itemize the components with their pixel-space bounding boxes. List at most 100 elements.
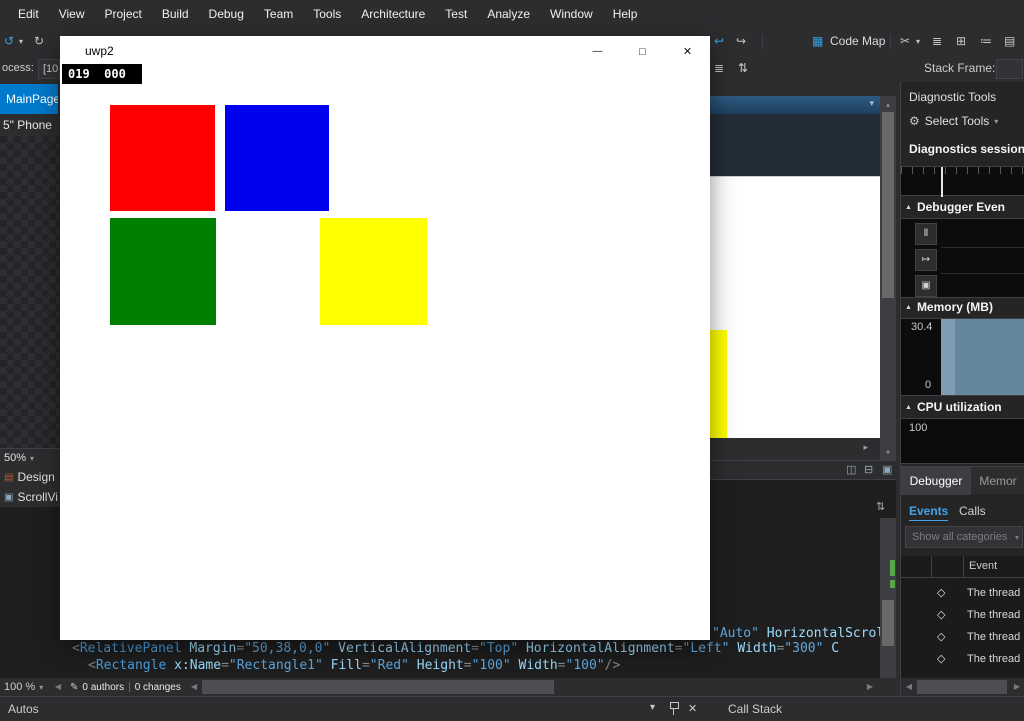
device-selector[interactable]: 5" Phone (3, 118, 52, 132)
split-horizontal-icon[interactable]: ⊟ (864, 463, 873, 476)
menu-architecture[interactable]: Architecture (351, 7, 435, 21)
subtab-calls[interactable]: Calls (959, 504, 986, 518)
minimize-button[interactable]: — (575, 36, 620, 68)
window-position-dropdown-icon[interactable]: ▾ (650, 702, 655, 713)
timeline-cursor[interactable] (941, 167, 943, 197)
debugger-events-section-header[interactable]: ▲ Debugger Even (905, 200, 1005, 214)
menu-view[interactable]: View (49, 7, 95, 21)
menu-analyze[interactable]: Analyze (477, 7, 540, 21)
updown-icon[interactable]: ⇅ (738, 55, 748, 82)
document-outline-breadcrumb[interactable]: ▣ ScrollVi (0, 487, 60, 507)
menu-debug[interactable]: Debug (199, 7, 254, 21)
memory-label: Memory (MB) (916, 300, 993, 314)
scrollbar-thumb[interactable] (882, 600, 894, 646)
code-map-button[interactable]: Code Map (830, 28, 885, 55)
zoom-dropdown-icon[interactable]: ▾ (30, 454, 34, 463)
navigate-back-icon[interactable]: ↩ (714, 28, 724, 55)
event-diamond-icon: ◇ (937, 653, 946, 665)
subtab-events[interactable]: Events (909, 504, 949, 521)
app-title-bar[interactable]: uwp2 — □ ✕ (60, 36, 710, 68)
designer-yellow-rectangle[interactable] (710, 330, 727, 438)
editor-splitter-grip-icon[interactable]: ⇅ (876, 500, 885, 513)
menu-help[interactable]: Help (603, 7, 648, 21)
panel-horizontal-scrollbar[interactable]: ◀ ▶ (901, 678, 1024, 696)
designer-vertical-scrollbar[interactable]: ▴ ▾ (880, 96, 896, 460)
designer-zoom-control[interactable]: 50% ▾ (0, 448, 60, 467)
menu-window[interactable]: Window (540, 7, 603, 21)
pin-icon[interactable] (669, 702, 679, 716)
design-view-button[interactable]: ▤ Design (0, 467, 60, 487)
tab-debugger[interactable]: Debugger (901, 467, 971, 495)
select-tools-button[interactable]: ⚙ Select Tools ▾ (909, 114, 998, 128)
cpu-section-header[interactable]: ▲ CPU utilization (905, 400, 1002, 414)
stack-frame-combobox[interactable] (996, 59, 1023, 79)
menu-project[interactable]: Project (94, 7, 151, 21)
snapshot-button[interactable]: ▣ (915, 275, 937, 297)
session-timeline[interactable] (901, 166, 1024, 197)
menu-tools[interactable]: Tools (303, 7, 351, 21)
autos-tab[interactable]: Autos (8, 702, 39, 716)
designer-chrome-dropdown-icon[interactable]: ▾ (869, 98, 874, 109)
memory-graph-lane: 30.4 0 (901, 318, 1024, 396)
scroll-down-icon[interactable]: ▾ (880, 446, 896, 460)
pause-events-button[interactable]: Ⅱ (915, 223, 937, 245)
menu-team[interactable]: Team (254, 7, 303, 21)
scroll-left-icon[interactable]: ◀ (188, 678, 200, 696)
scroll-up-icon[interactable]: ▴ (880, 98, 896, 112)
call-stack-tab[interactable]: Call Stack (728, 702, 782, 716)
authors-count[interactable]: 0 authors (82, 682, 124, 693)
scrollbar-thumb[interactable] (917, 680, 1007, 694)
list-icon[interactable]: ≣ (932, 28, 942, 55)
grid-icon[interactable]: ⊞ (956, 28, 966, 55)
scroll-right-icon[interactable]: ▶ (864, 678, 876, 696)
memory-section-header[interactable]: ▲ Memory (MB) (905, 300, 993, 314)
designer-scroll-right-icon[interactable]: ▸ (863, 442, 868, 453)
event-row[interactable]: ◇ The thread (901, 648, 1024, 670)
expand-pane-icon[interactable]: ▣ (882, 463, 892, 476)
snapshot-icon: ▣ (921, 280, 931, 291)
editor-zoom-dropdown-icon[interactable]: ▾ (39, 683, 43, 692)
threads-icon[interactable]: ≣ (714, 55, 724, 82)
editor-vertical-scrollbar[interactable] (880, 518, 896, 678)
document-tab-mainpage[interactable]: MainPage.. (0, 84, 58, 114)
undo-dropdown-icon[interactable]: ▾ (19, 28, 23, 55)
event-column-header[interactable]: Event (969, 560, 997, 572)
tab-memory-usage[interactable]: Memor (971, 467, 1024, 495)
detach-icon[interactable]: ✂ (900, 28, 910, 55)
maximize-button[interactable]: □ (620, 36, 665, 68)
editor-zoom-control[interactable]: 100 % ▾ (0, 678, 52, 696)
export-events-button[interactable]: ↦ (915, 249, 937, 271)
detach-dropdown-icon[interactable]: ▾ (916, 28, 920, 55)
scroll-left-icon[interactable]: ◀ (903, 678, 915, 696)
designer-artboard[interactable] (710, 176, 880, 438)
undo-icon[interactable]: ↺ (4, 28, 14, 55)
codelens-indicators[interactable]: ✎ 0 authors | 0 changes (66, 678, 188, 696)
assign-icon[interactable]: ≔ (980, 28, 992, 55)
collapse-triangle-icon[interactable]: ▲ (905, 404, 912, 411)
process-combobox[interactable]: [10 (38, 59, 60, 79)
event-row[interactable]: ◇ The thread (901, 582, 1024, 604)
scroll-right-icon[interactable]: ▶ (1011, 678, 1023, 696)
close-icon[interactable]: ✕ (688, 702, 697, 715)
event-row[interactable]: ◇ The thread (901, 604, 1024, 626)
navigate-forward-icon[interactable]: ↪ (736, 28, 746, 55)
category-filter-dropdown[interactable]: Show all categories ▾ (905, 526, 1023, 548)
menu-edit[interactable]: Edit (8, 7, 49, 21)
redo-icon[interactable]: ↻ (34, 28, 44, 55)
menu-test[interactable]: Test (435, 7, 477, 21)
split-vertical-icon[interactable]: ◫ (846, 463, 856, 476)
close-button[interactable]: ✕ (665, 36, 710, 68)
collapse-triangle-icon[interactable]: ▲ (905, 204, 912, 211)
collapse-triangle-icon[interactable]: ▲ (905, 304, 912, 311)
horizontal-scrollbar[interactable] (200, 678, 862, 696)
event-row[interactable]: ◇ The thread (901, 626, 1024, 648)
cpu-graph-lane: 100 (901, 418, 1024, 464)
design-view-label: Design (17, 470, 55, 484)
panel-icon[interactable]: ▤ (1004, 28, 1015, 55)
scrollbar-thumb[interactable] (882, 112, 894, 298)
changes-count[interactable]: 0 changes (135, 682, 181, 693)
scrollbar-thumb[interactable] (202, 680, 554, 694)
menu-build[interactable]: Build (152, 7, 199, 21)
code-map-icon[interactable]: ▦ (812, 28, 823, 55)
scroll-left-icon[interactable]: ◀ (52, 678, 64, 696)
